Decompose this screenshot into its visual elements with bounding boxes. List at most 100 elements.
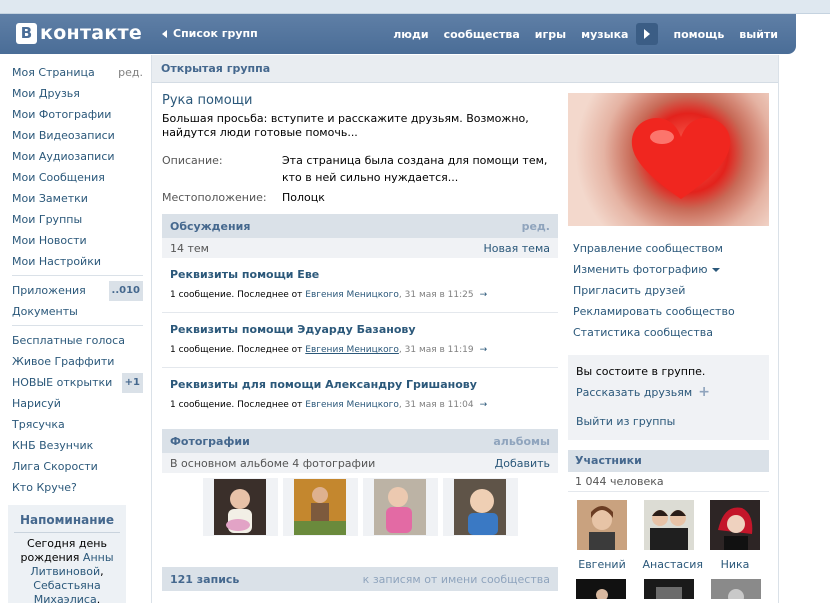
member-name[interactable]: Ника [709, 558, 761, 571]
photo-thumbs [162, 473, 558, 536]
add-photo-link[interactable]: Добавить [495, 457, 550, 470]
info-value: Эта страница была создана для помощи тем… [282, 154, 548, 184]
music-play-button[interactable] [636, 23, 659, 45]
member-item[interactable]: Евгений [576, 500, 628, 571]
reminder-end: . [96, 593, 101, 603]
albums-link[interactable]: альбомы [493, 435, 550, 448]
photo-thumb[interactable] [282, 478, 358, 536]
topic-title[interactable]: Реквизиты помощи Эдуарду Базанову [170, 323, 550, 336]
menu-label: Нарисуй [12, 396, 61, 410]
top-nav: люди сообщества игры музыка помощь выйти [378, 14, 778, 54]
nav-games[interactable]: игры [535, 28, 566, 41]
menu-label: Документы [12, 304, 78, 318]
menu-audio[interactable]: Мои Аудиозаписи [12, 146, 143, 167]
menu-photos[interactable]: Мои Фотографии [12, 104, 143, 125]
change-photo-link[interactable]: Изменить фотографию [573, 259, 764, 280]
groups-list-link[interactable]: Список групп [162, 27, 258, 40]
photo-thumb[interactable] [442, 478, 518, 536]
menu-label: Мои Друзья [12, 86, 80, 100]
info-label: Местоположение: [162, 191, 267, 204]
photos-title[interactable]: Фотографии [170, 435, 250, 448]
wall-records-header[interactable]: 121 запись к записям от имени сообщества [162, 567, 558, 591]
member-avatar[interactable] [576, 579, 626, 599]
new-topic-link[interactable]: Новая тема [483, 242, 550, 255]
nav-logout[interactable]: выйти [739, 28, 778, 41]
child-photo-image [294, 479, 346, 535]
tell-friends-link[interactable]: Рассказать друзьям + [576, 384, 761, 400]
photo-thumb[interactable] [202, 478, 278, 536]
menu-messages[interactable]: Мои Сообщения [12, 167, 143, 188]
menu-app-rps[interactable]: КНБ Везунчик [12, 435, 143, 456]
menu-app-shaker[interactable]: Трясучка [12, 414, 143, 435]
menu-app-graffiti[interactable]: Живое Граффити [12, 351, 143, 372]
menu-documents[interactable]: Документы [12, 301, 143, 322]
left-menu: Моя Страница ред. Мои Друзья Мои Фотограф… [12, 62, 143, 498]
menu-app-who-cooler[interactable]: Кто Круче? [12, 477, 143, 498]
photo-thumb[interactable] [362, 478, 438, 536]
discussions-title[interactable]: Обсуждения [170, 220, 250, 233]
menu-app-speed-league[interactable]: Лига Скорости [12, 456, 143, 477]
group-main-column: Рука помощи Большая просьба: вступите и … [162, 93, 558, 536]
play-icon [644, 29, 651, 39]
community-records-link[interactable]: к записям от имени сообщества [363, 573, 550, 586]
menu-news[interactable]: Мои Новости [12, 230, 143, 251]
member-avatar[interactable] [711, 579, 761, 599]
postcards-badge: +1 [121, 372, 143, 393]
member-item[interactable]: Ника [709, 500, 761, 571]
members-title[interactable]: Участники [568, 450, 769, 472]
topic-title[interactable]: Реквизиты помощи Еве [170, 268, 550, 281]
advertise-community-link[interactable]: Рекламировать сообщество [573, 301, 764, 322]
member-name[interactable]: Евгений [576, 558, 628, 571]
menu-label: Мои Группы [12, 212, 83, 226]
nav-music[interactable]: музыка [581, 28, 628, 41]
member-avatar[interactable] [643, 579, 694, 599]
nav-help[interactable]: помощь [673, 28, 724, 41]
goto-arrow-icon[interactable]: → [480, 400, 488, 410]
topic-item: Реквизиты помощи Еве 1 сообщение. Послед… [162, 258, 558, 313]
topic-item: Реквизиты помощи Эдуарду Базанову 1 сооб… [162, 313, 558, 368]
logo-text: контакте [40, 22, 143, 44]
menu-label: Мои Заметки [12, 191, 88, 205]
vk-logo[interactable]: В контакте [16, 22, 142, 44]
discussions-edit-link[interactable]: ред. [522, 220, 550, 233]
menu-app-postcards[interactable]: НОВЫЕ открытки +1 [12, 372, 143, 393]
menu-videos[interactable]: Мои Видеозаписи [12, 125, 143, 146]
community-stats-link[interactable]: Статистика сообщества [573, 322, 764, 343]
nav-people[interactable]: люди [393, 28, 428, 41]
records-count[interactable]: 121 запись [170, 573, 239, 586]
member-item[interactable]: Анастасия [643, 500, 703, 571]
topic-item: Реквизиты для помощи Александру Гришанов… [162, 368, 558, 423]
nav-communities[interactable]: сообщества [444, 28, 520, 41]
info-label: Описание: [162, 154, 223, 167]
menu-friends[interactable]: Мои Друзья [12, 83, 143, 104]
edit-link[interactable]: ред. [118, 64, 143, 82]
manage-community-link[interactable]: Управление сообществом [573, 238, 764, 259]
member-avatar [577, 500, 627, 550]
menu-my-page[interactable]: Моя Страница ред. [12, 62, 143, 83]
goto-arrow-icon[interactable]: → [480, 290, 488, 300]
leave-group-link[interactable]: Выйти из группы [576, 415, 761, 428]
birthday-reminder: Напоминание Сегодня день рождения Анны Л… [8, 505, 126, 603]
photos-header[interactable]: Фотографии альбомы [162, 429, 558, 453]
member-name[interactable]: Анастасия [643, 558, 703, 571]
topic-date: , 31 мая в 11:25 [398, 290, 474, 300]
menu-app-free-votes[interactable]: Бесплатные голоса [12, 330, 143, 351]
birthday-person-link[interactable]: Себастьяна Михаэлиса [33, 579, 100, 603]
menu-notes[interactable]: Мои Заметки [12, 188, 143, 209]
menu-groups[interactable]: Мои Группы [12, 209, 143, 230]
menu-apps[interactable]: Приложения ..010 [12, 280, 143, 301]
logo-icon: В [16, 22, 37, 44]
topic-author-link[interactable]: Евгения Меницкого [305, 345, 399, 355]
menu-settings[interactable]: Мои Настройки [12, 251, 143, 272]
menu-label: Мои Фотографии [12, 107, 112, 121]
menu-app-draw[interactable]: Нарисуй [12, 393, 143, 414]
topic-author-link[interactable]: Евгения Меницкого [305, 290, 399, 300]
group-avatar[interactable] [568, 93, 769, 226]
goto-arrow-icon[interactable]: → [480, 345, 488, 355]
topic-author-link[interactable]: Евгения Меницкого [305, 400, 399, 410]
topic-date: , 31 мая в 11:04 [398, 400, 474, 410]
invite-friends-link[interactable]: Пригласить друзей [573, 280, 764, 301]
topic-meta: 1 сообщение. Последнее от Евгения Меницк… [170, 290, 550, 300]
topic-title[interactable]: Реквизиты для помощи Александру Гришанов… [170, 378, 550, 391]
discussions-header[interactable]: Обсуждения ред. [162, 214, 558, 238]
